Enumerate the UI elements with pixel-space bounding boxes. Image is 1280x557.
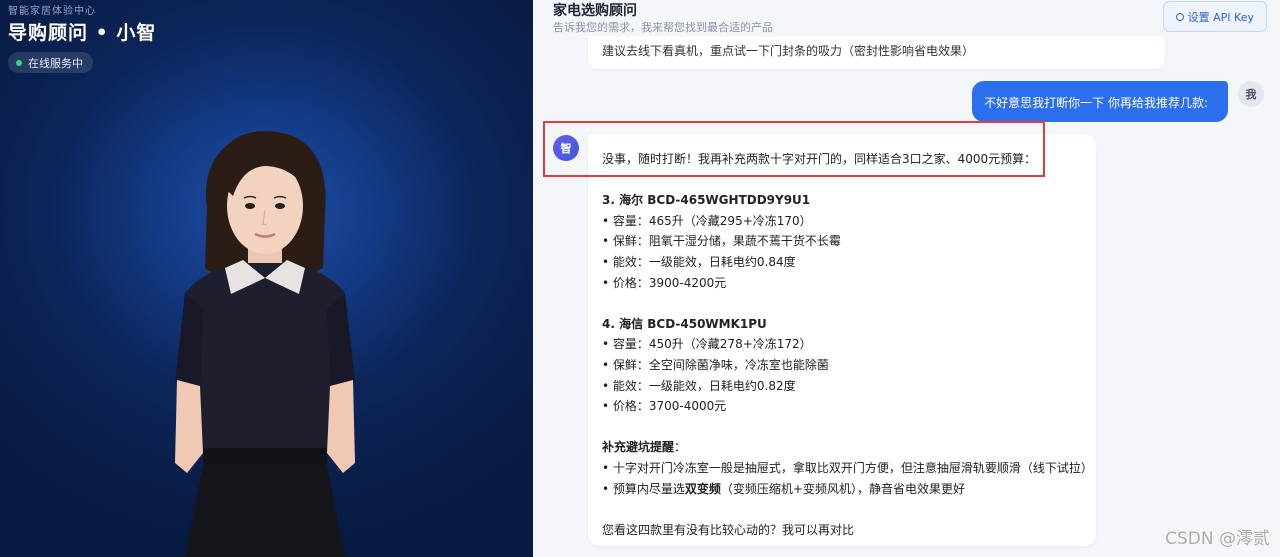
chat-panel: 家电选购顾问 告诉我您的需求，我来帮您找到最合适的产品 设置 API Key 建…	[533, 0, 1280, 557]
panel-subtitle: 智能家居体验中心	[8, 6, 96, 17]
bot-intro: 没事，随时打断！我再补充两款十字对开门的，同样适合3口之家、4000元预算：	[602, 152, 1037, 166]
product-3-capacity: • 容量：465升（冷藏295+冷冻170）	[602, 213, 812, 228]
user-avatar: 我	[1238, 81, 1264, 107]
product-3-price: • 价格：3900-4200元	[602, 275, 727, 290]
panel-title: 导购顾问 • 小智	[8, 22, 157, 44]
status-label: 在线服务中	[28, 56, 83, 70]
online-status-badge: 在线服务中	[8, 52, 93, 73]
set-api-key-button[interactable]: 设置 API Key	[1162, 1, 1267, 32]
previous-message-text: 建议去线下看真机，重点试一下门封条的吸力（密封性影响省电效果）	[602, 44, 975, 58]
settings-circle-icon	[1175, 12, 1184, 21]
bot-avatar: 智	[553, 135, 579, 161]
previous-bot-message: 建议去线下看真机，重点试一下门封条的吸力（密封性影响省电效果）	[588, 36, 1165, 69]
avatar-panel: 智能家居体验中心 导购顾问 • 小智 在线服务中	[0, 0, 533, 557]
user-message-bubble: 不好意思我打断你一下 你再给我推荐几款:	[972, 81, 1228, 122]
product-4-efficiency: • 能效：一级能效，日耗电约0.82度	[602, 378, 796, 393]
product-3-efficiency: • 能效：一级能效，日耗电约0.84度	[602, 254, 796, 269]
page-subtitle: 告诉我您的需求，我来帮您找到最合适的产品	[553, 21, 773, 34]
virtual-assistant-avatar	[175, 131, 355, 557]
bot-closing: 您看这四款里有没有比较心动的？我可以再对比	[602, 522, 855, 537]
product-4-freshness: • 保鲜：全空间除菌净味，冷冻室也能除菌	[602, 357, 829, 372]
chat-header: 家电选购顾问 告诉我您的需求，我来帮您找到最合适的产品 设置 API Key	[533, 0, 1280, 40]
tip-2: • 预算内尽量选双变频（变频压缩机+变频风机），静音省电效果更好	[602, 481, 965, 496]
tips-heading: 补充避坑提醒：	[602, 440, 687, 455]
tip-1: • 十字对开门冷冻室一般是抽屉式，拿取比双开门方便，但注意抽屉滑轨要顺滑（线下试…	[602, 460, 1093, 475]
product-3-title: 3. 海尔 BCD-465WGHTDD9Y9U1	[602, 193, 811, 208]
product-4-capacity: • 容量：450升（冷藏278+冷冻172）	[602, 337, 812, 352]
user-message-row: 不好意思我打断你一下 你再给我推荐几款: 我	[972, 81, 1264, 122]
watermark: CSDN @澪贰	[1165, 529, 1270, 549]
page-title: 家电选购顾问	[553, 3, 637, 19]
api-key-button-label: 设置 API Key	[1187, 10, 1254, 24]
product-3-freshness: • 保鲜：阻氧干湿分储，果蔬不蔫干货不长霉	[602, 234, 841, 249]
bot-message-bubble: 没事，随时打断！我再补充两款十字对开门的，同样适合3口之家、4000元预算： 3…	[588, 134, 1096, 546]
product-4-price: • 价格：3700-4000元	[602, 399, 727, 414]
online-dot-icon	[16, 59, 22, 66]
product-4-title: 4. 海信 BCD-450WMK1PU	[602, 316, 767, 331]
